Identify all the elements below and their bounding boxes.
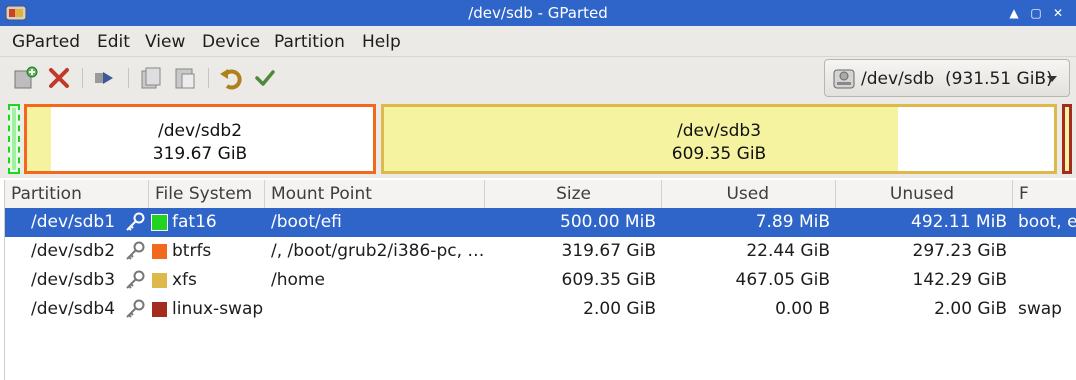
partition-used: 7.89 MiB (755, 212, 830, 232)
window-title: /dev/sdb - GParted (468, 4, 608, 22)
filesystem-type: xfs (172, 270, 197, 290)
mount-key-icon (126, 299, 145, 318)
filesystem-color-swatch (151, 214, 168, 231)
toolbar-separator (82, 68, 83, 88)
column-flags[interactable]: F (1013, 180, 1076, 208)
table-row[interactable]: /dev/sdb4 linux-swap 2.00 GiB 0.00 B 2.0… (5, 295, 1076, 324)
apply-icon[interactable] (252, 65, 278, 91)
partition-used: 467.05 GiB (735, 270, 830, 290)
menu-bar: GParted Edit View Device Partition Help (0, 26, 1076, 57)
partition-name: /dev/sdb2 (31, 241, 116, 261)
mount-point: /home (271, 270, 325, 290)
device-selector[interactable]: /dev/sdb (931.51 GiB) (824, 59, 1070, 97)
partition-map-sdb4[interactable] (1062, 104, 1072, 174)
minimize-icon[interactable]: ▲ (1004, 3, 1024, 23)
partition-map-sdb2[interactable]: /dev/sdb2 319.67 GiB (24, 104, 376, 174)
close-icon[interactable]: ✕ (1048, 3, 1068, 23)
toolbar: /dev/sdb (931.51 GiB) (0, 57, 1076, 102)
partition-name: /dev/sdb4 (31, 299, 116, 319)
partition-size: 319.67 GiB (561, 241, 656, 261)
filesystem-color-swatch (152, 302, 167, 317)
column-size[interactable]: Size (485, 180, 662, 208)
partition-map-sdb1[interactable] (8, 104, 20, 174)
partition-map-label: /dev/sdb2 (157, 121, 243, 141)
partition-name: /dev/sdb3 (31, 270, 116, 290)
partition-map-size: 609.35 GiB (671, 144, 767, 164)
undo-icon[interactable] (218, 65, 244, 91)
partition-unused: 297.23 GiB (912, 241, 1007, 261)
mount-point: /boot/efi (271, 212, 342, 232)
menu-view[interactable]: View (145, 32, 185, 52)
mount-key-icon (126, 270, 145, 289)
table-row[interactable]: /dev/sdb3 xfs /home 609.35 GiB 467.05 Gi… (5, 266, 1076, 295)
column-file-system[interactable]: File System (149, 180, 265, 208)
partition-map-label: /dev/sdb3 (676, 121, 762, 141)
partition-name: /dev/sdb1 (31, 212, 116, 232)
table-row[interactable]: /dev/sdb1 fat16 /boot/efi 500.00 MiB 7.8… (5, 208, 1076, 237)
dropdown-arrow-icon (1047, 76, 1057, 82)
table-row[interactable]: /dev/sdb2 btrfs /, /boot/grub2/i386-pc, … (5, 237, 1076, 266)
hard-disk-icon (833, 69, 855, 89)
partition-size: 500.00 MiB (560, 212, 656, 232)
column-used[interactable]: Used (662, 180, 836, 208)
paste-icon[interactable] (172, 65, 198, 91)
partition-unused: 142.29 GiB (912, 270, 1007, 290)
mount-point: /, /boot/grub2/i386-pc, … (271, 241, 483, 261)
partition-map-size: 319.67 GiB (152, 144, 248, 164)
filesystem-color-swatch (152, 244, 167, 259)
partition-map-sdb3[interactable]: /dev/sdb3 609.35 GiB (381, 104, 1057, 174)
column-unused[interactable]: Unused (836, 180, 1013, 208)
maximize-icon[interactable]: ▢ (1026, 3, 1046, 23)
partition-size: 2.00 GiB (583, 299, 656, 319)
menu-edit[interactable]: Edit (97, 32, 130, 52)
toolbar-separator (128, 68, 129, 88)
resize-move-icon[interactable] (92, 65, 118, 91)
partition-unused: 2.00 GiB (934, 299, 1007, 319)
filesystem-type: linux-swap (172, 299, 264, 319)
column-partition[interactable]: Partition (5, 180, 149, 208)
mount-key-icon (126, 241, 145, 260)
partition-map: /dev/sdb2 319.67 GiB /dev/sdb3 609.35 Gi… (0, 102, 1076, 178)
partition-unused: 492.11 MiB (911, 212, 1007, 232)
partition-used: 22.44 GiB (746, 241, 830, 261)
filesystem-color-swatch (152, 273, 167, 288)
filesystem-type: fat16 (172, 212, 217, 232)
partition-flags (1018, 266, 1076, 295)
partition-flags: swap (1018, 299, 1062, 319)
partition-table: Partition File System Mount Point Size U… (4, 180, 1076, 380)
mount-point (271, 295, 481, 324)
column-mount-point[interactable]: Mount Point (265, 180, 485, 208)
copy-icon[interactable] (138, 65, 164, 91)
mount-key-icon (126, 212, 145, 231)
partition-flags (1018, 237, 1076, 266)
menu-help[interactable]: Help (362, 32, 401, 52)
toolbar-separator (208, 68, 209, 88)
menu-gparted[interactable]: GParted (12, 32, 80, 52)
device-selector-label: /dev/sdb (931.51 GiB) (861, 69, 1053, 89)
partition-flags: boot, e (1018, 212, 1076, 232)
partition-used: 0.00 B (775, 299, 830, 319)
partition-size: 609.35 GiB (561, 270, 656, 290)
new-partition-icon[interactable] (12, 65, 38, 91)
menu-partition[interactable]: Partition (274, 32, 345, 52)
table-header: Partition File System Mount Point Size U… (5, 180, 1076, 209)
filesystem-type: btrfs (172, 241, 212, 261)
menu-device[interactable]: Device (202, 32, 260, 52)
delete-partition-icon[interactable] (46, 65, 72, 91)
title-bar: /dev/sdb - GParted ▲ ▢ ✕ (0, 0, 1076, 26)
